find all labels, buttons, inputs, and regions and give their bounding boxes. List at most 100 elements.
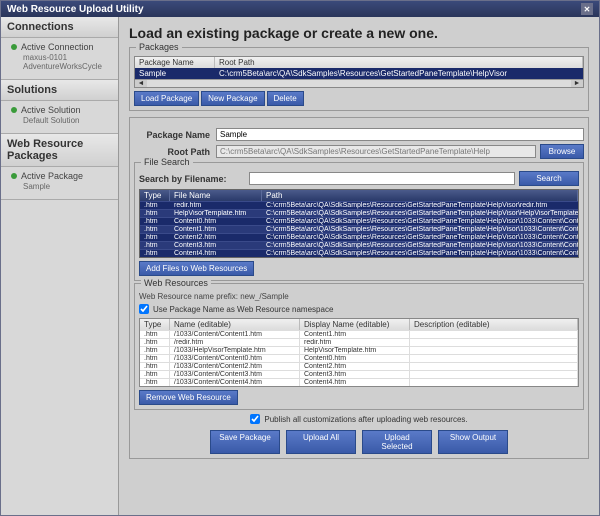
col-type: Type (140, 190, 170, 201)
file-search-row[interactable]: .htmContent4.htmC:\crm5Beta\arc\QA\SdkSa… (140, 249, 578, 257)
search-row: Search by Filename: Search (139, 171, 579, 186)
cell-filename: Content2.htm (170, 234, 262, 241)
packages-grid-row[interactable]: Sample C:\crm5Beta\arc\QA\SdkSamples\Res… (135, 68, 583, 79)
cell-display-name[interactable]: HelpVisorTemplate.htm (300, 347, 410, 354)
web-resources-label: Web Resources (141, 278, 211, 288)
cell-name[interactable]: /redir.htm (170, 339, 300, 346)
namespace-checkbox[interactable] (139, 304, 149, 314)
cell-display-name[interactable]: Content1.htm (300, 331, 410, 338)
solution-name: Default Solution (11, 116, 112, 125)
col-name: Name (editable) (170, 319, 300, 330)
cell-type: .htm (140, 202, 170, 209)
root-path-label: Root Path (134, 147, 216, 157)
cell-name[interactable]: /1033/Content/Content2.htm (170, 363, 300, 370)
cell-display-name[interactable]: redir.htm (300, 339, 410, 346)
cell-type: .htm (140, 234, 170, 241)
cell-name[interactable]: /1033/Content/Content4.htm (170, 379, 300, 386)
file-search-row[interactable]: .htmContent0.htmC:\crm5Beta\arc\QA\SdkSa… (140, 217, 578, 225)
status-dot-icon (11, 107, 17, 113)
cell-description[interactable] (410, 363, 578, 370)
file-search-row[interactable]: .htmContent2.htmC:\crm5Beta\arc\QA\SdkSa… (140, 233, 578, 241)
web-resource-row[interactable]: .htm/1033/Content/Content0.htmContent0.h… (140, 354, 578, 362)
file-search-row[interactable]: .htmredir.htmC:\crm5Beta\arc\QA\SdkSampl… (140, 201, 578, 209)
web-resource-row[interactable]: .htm/1033/Content/Content4.htmContent4.h… (140, 378, 578, 386)
web-resource-row[interactable]: .htm/1033/Content/Content1.htmContent1.h… (140, 330, 578, 338)
file-search-row[interactable]: .htmHelpVisorTemplate.htmC:\crm5Beta\arc… (140, 209, 578, 217)
cell-name[interactable]: /1033/Content/Content0.htm (170, 355, 300, 362)
new-package-button[interactable]: New Package (201, 91, 264, 106)
packages-scrollbar[interactable]: ◄ ► (135, 79, 583, 87)
add-files-button[interactable]: Add Files to Web Resources (139, 261, 254, 276)
packages-grid[interactable]: Package Name Root Path Sample C:\crm5Bet… (134, 56, 584, 88)
cell-description[interactable] (410, 347, 578, 354)
search-input[interactable] (249, 172, 515, 185)
cell-path: C:\crm5Beta\arc\QA\SdkSamples\Resources\… (262, 242, 578, 249)
cell-description[interactable] (410, 331, 578, 338)
cell-type: .htm (140, 379, 170, 386)
namespace-checkbox-row: Use Package Name as Web Resource namespa… (139, 302, 579, 316)
file-search-grid-header: Type File Name Path (140, 190, 578, 201)
close-icon[interactable]: ✕ (581, 3, 593, 15)
cell-filename: Content1.htm (170, 226, 262, 233)
cell-description[interactable] (410, 339, 578, 346)
cell-display-name[interactable]: Content0.htm (300, 355, 410, 362)
remove-wr-button[interactable]: Remove Web Resource (139, 390, 238, 405)
package-name: Sample (11, 182, 112, 191)
cell-description[interactable] (410, 355, 578, 362)
cell-display-name[interactable]: Content2.htm (300, 363, 410, 370)
file-search-buttons: Add Files to Web Resources (139, 261, 579, 276)
col-filename: File Name (170, 190, 262, 201)
upload-selected-button[interactable]: Upload Selected (362, 430, 432, 454)
active-package-item[interactable]: Active Package (11, 171, 112, 181)
active-connection-item[interactable]: Active Connection (11, 42, 112, 52)
col-type: Type (140, 319, 170, 330)
web-resource-row[interactable]: .htm/redir.htmredir.htm (140, 338, 578, 346)
col-display-name: Display Name (editable) (300, 319, 410, 330)
cell-name[interactable]: /1033/HelpVisorTemplate.htm (170, 347, 300, 354)
web-resources-grid[interactable]: Type Name (editable) Display Name (edita… (139, 318, 579, 387)
cell-description[interactable] (410, 371, 578, 378)
cell-display-name[interactable]: Content3.htm (300, 371, 410, 378)
scroll-left-icon[interactable]: ◄ (135, 80, 147, 87)
web-resource-row[interactable]: .htm/1033/HelpVisorTemplate.htmHelpVisor… (140, 346, 578, 354)
package-name-row: Package Name (134, 128, 584, 141)
cell-name[interactable]: /1033/Content/Content3.htm (170, 371, 300, 378)
show-output-button[interactable]: Show Output (438, 430, 508, 454)
file-search-row[interactable]: .htmContent1.htmC:\crm5Beta\arc\QA\SdkSa… (140, 225, 578, 233)
sidebar-body: Active Solution Default Solution (1, 101, 118, 133)
delete-button[interactable]: Delete (267, 91, 304, 106)
cell-description[interactable] (410, 379, 578, 386)
packages-grid-header: Package Name Root Path (135, 57, 583, 68)
cell-path: C:\crm5Beta\arc\QA\SdkSamples\Resources\… (262, 250, 578, 257)
cell-type: .htm (140, 331, 170, 338)
file-search-grid[interactable]: Type File Name Path .htmredir.htmC:\crm5… (139, 189, 579, 258)
publish-checkbox[interactable] (250, 414, 260, 424)
cell-display-name[interactable]: Content4.htm (300, 379, 410, 386)
package-name-input[interactable] (216, 128, 584, 141)
sidebar-section-packages: Web Resource Packages Active Package Sam… (1, 134, 118, 200)
file-search-row[interactable]: .htmContent3.htmC:\crm5Beta\arc\QA\SdkSa… (140, 241, 578, 249)
upload-all-button[interactable]: Upload All (286, 430, 356, 454)
cell-filename: Content4.htm (170, 250, 262, 257)
sidebar-body: Active Connection maxus-0101 AdventureWo… (1, 38, 118, 79)
web-resource-row[interactable]: .htm/1033/Content/Content3.htmContent3.h… (140, 370, 578, 378)
cell-type: .htm (140, 250, 170, 257)
cell-path: C:\crm5Beta\arc\QA\SdkSamples\Resources\… (262, 202, 578, 209)
cell-name[interactable]: /1033/Content/Content1.htm (170, 331, 300, 338)
wr-prefix: Web Resource name prefix: new_/Sample (139, 292, 579, 301)
browse-button[interactable]: Browse (540, 144, 584, 159)
active-solution-item[interactable]: Active Solution (11, 105, 112, 115)
save-package-button[interactable]: Save Package (210, 430, 280, 454)
scroll-right-icon[interactable]: ► (571, 80, 583, 87)
cell-path: C:\crm5Beta\arc\QA\SdkSamples\Resources\… (262, 234, 578, 241)
search-button[interactable]: Search (519, 171, 579, 186)
namespace-checkbox-label: Use Package Name as Web Resource namespa… (153, 305, 333, 314)
content-area: Connections Active Connection maxus-0101… (1, 17, 599, 515)
cell-filename: Content0.htm (170, 218, 262, 225)
file-search-label: File Search (141, 157, 193, 167)
web-resource-row[interactable]: .htm/1033/Content/Content2.htmContent2.h… (140, 362, 578, 370)
package-name-label: Package Name (134, 130, 216, 140)
window-title: Web Resource Upload Utility (7, 4, 144, 15)
load-package-button[interactable]: Load Package (134, 91, 199, 106)
col-package-name: Package Name (135, 57, 215, 68)
